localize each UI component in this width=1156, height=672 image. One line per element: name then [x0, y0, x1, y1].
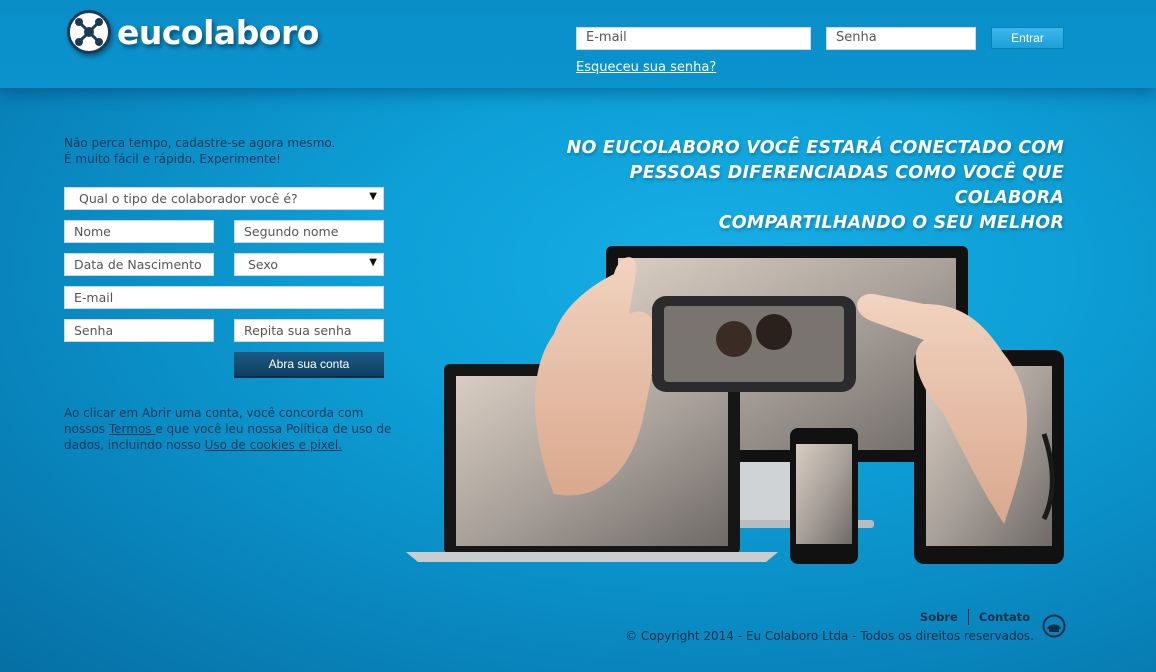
login-password-input[interactable]: Senha: [826, 27, 976, 50]
network-logo-icon: [67, 10, 111, 54]
cookies-link[interactable]: Uso de cookies e pixel.: [205, 438, 342, 452]
first-name-input[interactable]: Nome: [64, 220, 214, 243]
collaborator-type-select[interactable]: Qual o tipo de colaborador você é? ▼: [64, 187, 384, 210]
headline-line: NO EUCOLABORO VOCÊ ESTARÁ CONECTADO COM: [566, 138, 1064, 158]
headline-line: COMPARTILHANDO O SEU MELHOR: [718, 213, 1064, 233]
hero-headline: NO EUCOLABORO VOCÊ ESTARÁ CONECTADO COM …: [544, 136, 1064, 236]
copyright-text: © Copyright 2014 - Eu Colaboro Ltda - To…: [625, 629, 1034, 643]
select-value: Sexo: [248, 257, 279, 272]
intro-line: É muito fácil e rápido. Experimente!: [64, 152, 281, 166]
footer-about-link[interactable]: Sobre: [920, 610, 958, 624]
login-button[interactable]: Entrar: [991, 27, 1064, 49]
signup-intro: Não perca tempo, cadastre-se agora mesmo…: [64, 135, 335, 167]
footer-links: Sobre Contato: [920, 609, 1030, 625]
dropdown-arrow-icon: ▼: [369, 191, 377, 202]
header: eucolaboro E-mail Senha Entrar Esqueceu …: [0, 0, 1156, 88]
open-account-button[interactable]: Abra sua conta: [234, 352, 384, 378]
forgot-password-link[interactable]: Esqueceu sua senha?: [576, 60, 716, 75]
footer-contact-link[interactable]: Contato: [979, 610, 1030, 624]
devices-hero-image: [406, 246, 1064, 564]
emblem-icon[interactable]: [1042, 614, 1066, 638]
signup-email-input[interactable]: E-mail: [64, 286, 384, 309]
logo[interactable]: eucolaboro: [67, 9, 319, 55]
birth-date-input[interactable]: Data de Nascimento: [64, 253, 214, 276]
login-email-input[interactable]: E-mail: [576, 27, 811, 50]
footer-divider: [967, 609, 969, 625]
logo-text: eucolaboro: [117, 12, 319, 52]
headline-line: PESSOAS DIFERENCIADAS COMO VOCÊ QUE COLA…: [629, 163, 1064, 208]
select-value: Qual o tipo de colaborador você é?: [79, 191, 298, 206]
signup-password-input[interactable]: Senha: [64, 319, 214, 342]
terms-text: Ao clicar em Abrir uma conta, você conco…: [64, 405, 394, 453]
intro-line: Não perca tempo, cadastre-se agora mesmo…: [64, 136, 336, 150]
sex-select[interactable]: Sexo ▼: [234, 253, 384, 276]
terms-link[interactable]: Termos: [109, 422, 156, 436]
smartphone: [790, 428, 858, 564]
second-name-input[interactable]: Segundo nome: [234, 220, 384, 243]
dropdown-arrow-icon: ▼: [369, 257, 377, 268]
repeat-password-input[interactable]: Repita sua senha: [234, 319, 384, 342]
